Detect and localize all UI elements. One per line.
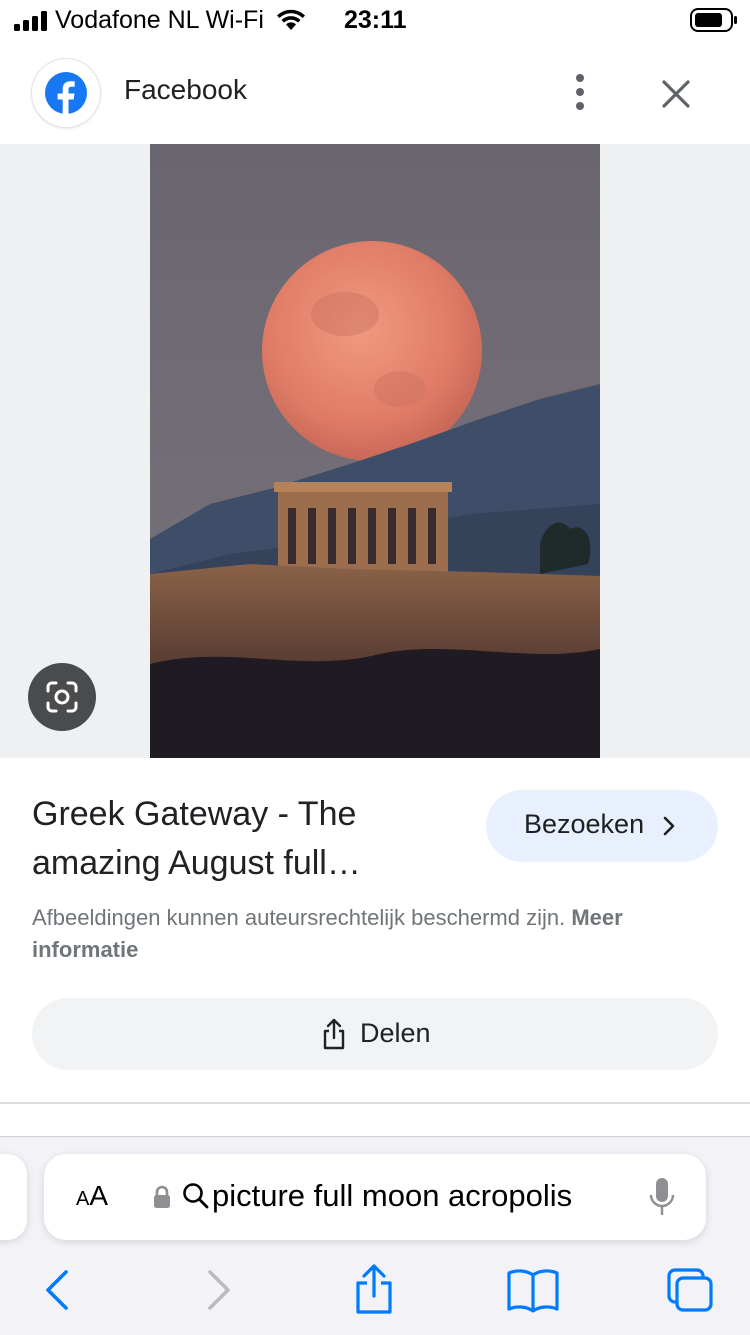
forward-icon[interactable] — [202, 1267, 236, 1313]
divider — [0, 1102, 750, 1104]
close-icon[interactable] — [652, 70, 700, 118]
site-name[interactable]: Facebook — [124, 74, 247, 106]
share-button-label: Delen — [360, 1018, 431, 1048]
share-button[interactable]: Delen — [32, 998, 718, 1070]
clock: 23:11 — [344, 6, 407, 34]
battery-icon — [690, 8, 737, 32]
previous-tab-peek[interactable] — [0, 1154, 27, 1240]
tabs-icon[interactable] — [666, 1267, 714, 1313]
address-text[interactable]: picture full moon acropolis — [212, 1178, 572, 1214]
visit-button[interactable]: Bezoeken — [486, 790, 718, 862]
result-header: Facebook — [0, 44, 750, 144]
result-title[interactable]: Greek Gateway - The amazing August full… — [32, 790, 452, 888]
back-icon[interactable] — [40, 1267, 74, 1313]
share-sheet-icon[interactable] — [352, 1263, 396, 1315]
google-lens-button[interactable] — [28, 663, 96, 731]
cellular-signal-icon — [14, 11, 47, 31]
more-options-icon[interactable] — [560, 70, 600, 116]
carrier-name: Vodafone NL Wi-Fi — [55, 6, 264, 34]
image-preview-area — [0, 144, 750, 758]
search-icon — [183, 1183, 209, 1209]
copyright-notice: Afbeeldingen kunnen auteursrechtelijk be… — [32, 902, 722, 966]
status-bar: Vodafone NL Wi-Fi 23:11 — [0, 0, 750, 44]
lens-camera-icon — [46, 681, 78, 713]
text-size-button[interactable]: AA — [76, 1180, 108, 1212]
address-bar[interactable]: AA picture full moon acropolis — [44, 1154, 706, 1240]
browser-toolbar: AA picture full moon acropolis — [0, 1136, 750, 1335]
visit-button-label: Bezoeken — [524, 809, 645, 839]
site-logo[interactable] — [32, 59, 100, 127]
facebook-logo-icon — [45, 72, 87, 115]
wifi-icon — [277, 9, 305, 30]
copyright-text: Afbeeldingen kunnen auteursrechtelijk be… — [32, 905, 566, 930]
bookmarks-icon[interactable] — [506, 1267, 560, 1313]
chevron-right-icon — [663, 816, 675, 836]
microphone-icon[interactable] — [648, 1176, 676, 1218]
result-image[interactable] — [150, 144, 600, 758]
lock-icon — [154, 1185, 170, 1208]
share-icon — [323, 1018, 345, 1050]
